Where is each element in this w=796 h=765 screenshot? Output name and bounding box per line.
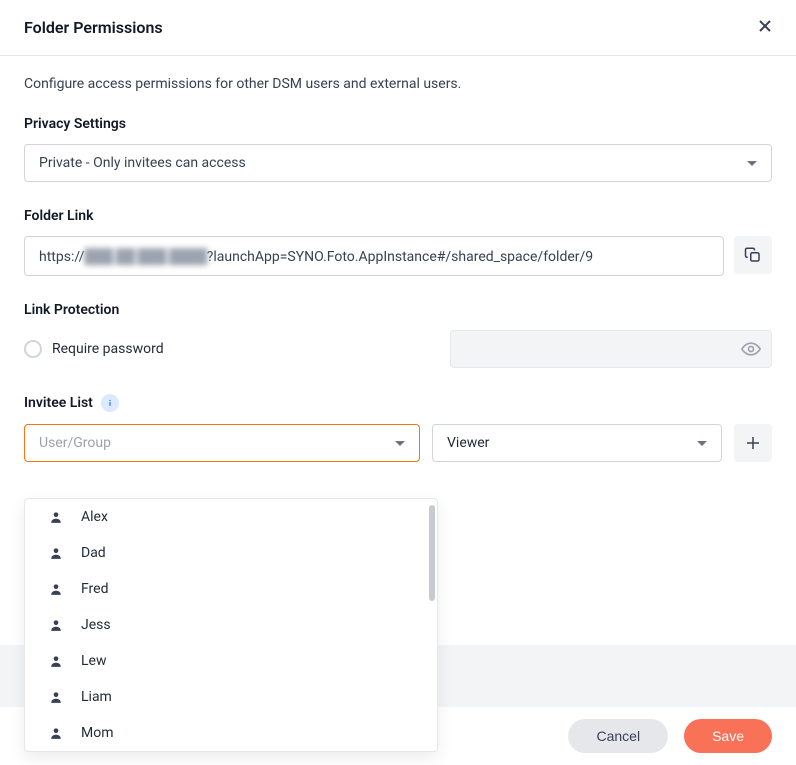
folder-link-input[interactable]: https:// ███.██ ███.████ ?launchApp=SYNO…: [24, 236, 724, 276]
role-select[interactable]: Viewer: [432, 424, 722, 462]
invitee-list-label: Invitee List: [24, 395, 93, 411]
person-icon: [49, 546, 63, 560]
link-protection-label: Link Protection: [24, 302, 772, 318]
require-password-radio[interactable]: [24, 340, 42, 358]
folder-link-suffix: ?launchApp=SYNO.Foto.AppInstance#/shared…: [207, 249, 593, 265]
folder-link-prefix: https://: [39, 249, 84, 265]
privacy-settings-label: Privacy Settings: [24, 116, 772, 132]
privacy-select[interactable]: Private - Only invitees can access: [24, 144, 772, 182]
dropdown-item[interactable]: Fred: [25, 571, 437, 607]
add-invitee-button[interactable]: [734, 424, 772, 462]
person-icon: [49, 726, 63, 740]
dropdown-item[interactable]: Lew: [25, 643, 437, 679]
user-group-select[interactable]: User/Group: [24, 424, 420, 462]
role-select-value: Viewer: [447, 435, 489, 451]
dropdown-item-label: Jess: [81, 617, 111, 633]
invitee-info-button[interactable]: [101, 394, 119, 412]
close-button[interactable]: [758, 19, 772, 37]
dropdown-item-label: Lew: [81, 653, 106, 669]
eye-icon: [741, 339, 761, 359]
copy-icon: [744, 246, 762, 264]
person-icon: [49, 618, 63, 632]
cancel-button[interactable]: Cancel: [568, 719, 668, 753]
dropdown-scrollbar[interactable]: [429, 505, 435, 601]
chevron-down-icon: [697, 441, 707, 446]
dropdown-item[interactable]: Mom: [25, 715, 437, 751]
chevron-down-icon: [395, 441, 405, 446]
dropdown-item-label: Alex: [81, 509, 108, 525]
close-icon: [758, 19, 772, 33]
dialog-title: Folder Permissions: [24, 18, 163, 37]
user-group-dropdown[interactable]: Alex Dad Fred Jess Lew Liam Mom: [24, 498, 438, 752]
person-icon: [49, 690, 63, 704]
dropdown-item-label: Liam: [81, 689, 112, 705]
privacy-select-value: Private - Only invitees can access: [39, 155, 246, 171]
dropdown-item-label: Fred: [81, 581, 109, 597]
dropdown-item-label: Dad: [81, 545, 106, 561]
folder-link-obscured: ███.██ ███.████: [84, 248, 206, 265]
person-icon: [49, 510, 63, 524]
copy-link-button[interactable]: [734, 236, 772, 274]
require-password-label: Require password: [52, 341, 164, 357]
dialog-description: Configure access permissions for other D…: [24, 76, 772, 92]
password-input[interactable]: [450, 330, 772, 368]
plus-icon: [744, 434, 762, 452]
dropdown-item[interactable]: Jess: [25, 607, 437, 643]
user-group-placeholder: User/Group: [39, 435, 111, 451]
person-icon: [49, 654, 63, 668]
info-icon: [104, 397, 116, 409]
person-icon: [49, 582, 63, 596]
chevron-down-icon: [747, 161, 757, 166]
dropdown-item[interactable]: Liam: [25, 679, 437, 715]
save-button[interactable]: Save: [684, 719, 772, 753]
dropdown-item-label: Mom: [81, 725, 113, 741]
dropdown-item[interactable]: Alex: [25, 499, 437, 535]
dropdown-item[interactable]: Dad: [25, 535, 437, 571]
folder-link-label: Folder Link: [24, 208, 772, 224]
